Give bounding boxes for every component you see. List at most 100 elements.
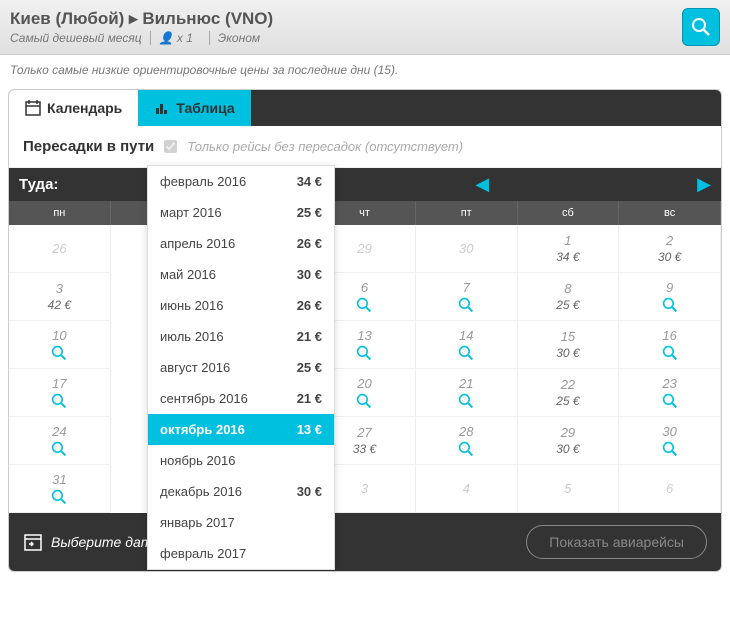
day-price: 25 € (556, 394, 579, 408)
header-bar: Киев (Любой) ▸ Вильнюс (VNO) Самый дешев… (0, 0, 730, 55)
month-price: 34 € (297, 174, 322, 189)
day-number: 17 (52, 376, 66, 391)
direct-label: Пересадки в пути (23, 138, 154, 155)
passengers-label: 👤 x 1 (159, 31, 210, 45)
day-cell[interactable]: 22 25 € (518, 369, 620, 417)
day-cell[interactable]: 134 € (518, 225, 620, 273)
day-cell[interactable]: 28 (416, 417, 518, 465)
price-subtext: Только самые низкие ориентировочные цены… (0, 55, 730, 85)
month-name: январь 2017 (160, 515, 235, 530)
day-number: 5 (564, 481, 571, 496)
weekday-header: пт (416, 201, 518, 225)
month-name: март 2016 (160, 205, 222, 220)
day-number: 1 (564, 233, 571, 248)
month-option[interactable]: апрель 201626 € (148, 228, 334, 259)
day-cell[interactable]: 4 (416, 465, 518, 513)
tab-calendar-label: Календарь (47, 100, 122, 116)
tab-calendar[interactable]: Календарь (9, 90, 138, 126)
day-cell[interactable]: 24 (9, 417, 111, 465)
next-month-arrow[interactable]: ▶ (697, 174, 711, 195)
route-meta: Самый дешевый месяц 👤 x 1 Эконом (10, 31, 273, 45)
day-price: 30 € (556, 346, 579, 360)
tab-table-label: Таблица (176, 100, 234, 116)
month-option[interactable]: август 201625 € (148, 352, 334, 383)
search-icon (458, 393, 474, 409)
search-icon (662, 441, 678, 457)
month-name: ноябрь 2016 (160, 453, 235, 468)
month-option[interactable]: июль 201621 € (148, 321, 334, 352)
day-number: 27 (357, 425, 371, 440)
day-cell[interactable]: 7 (416, 273, 518, 321)
month-name: декабрь 2016 (160, 484, 242, 499)
day-number: 21 (459, 376, 473, 391)
day-cell[interactable]: 6 (619, 465, 721, 513)
month-option[interactable]: ноябрь 2016 (148, 445, 334, 476)
day-cell[interactable]: 21 (416, 369, 518, 417)
month-option[interactable]: декабрь 201630 € (148, 476, 334, 507)
day-number: 24 (52, 424, 66, 439)
month-price: 30 € (297, 267, 322, 282)
day-number: 22 (561, 377, 575, 392)
day-cell[interactable]: 16 (619, 321, 721, 369)
month-option[interactable]: октябрь 201613 € (148, 414, 334, 445)
month-name: апрель 2016 (160, 236, 235, 251)
search-icon (662, 297, 678, 313)
month-option[interactable]: февраль 2016 34 € (148, 166, 334, 197)
month-option[interactable]: сентябрь 201621 € (148, 383, 334, 414)
day-cell[interactable]: 17 (9, 369, 111, 417)
day-price: 30 € (658, 250, 681, 264)
tabs: Календарь Таблица (9, 90, 721, 126)
day-number: 14 (459, 328, 473, 343)
day-cell[interactable]: 2 30 € (619, 225, 721, 273)
select-date-hint: Выберите дату (23, 532, 159, 552)
day-number: 4 (463, 481, 470, 496)
search-button[interactable] (682, 8, 720, 46)
prev-month-arrow[interactable]: ◀ (475, 174, 489, 195)
day-number: 6 (361, 280, 368, 295)
day-number: 6 (666, 481, 673, 496)
month-bar: Туда: ◀ ▶ (9, 168, 721, 201)
day-cell[interactable]: 26 (9, 225, 111, 273)
search-icon (458, 345, 474, 361)
day-number: 10 (52, 328, 66, 343)
month-option[interactable]: май 2016 30 € (148, 259, 334, 290)
day-cell[interactable]: 10 (9, 321, 111, 369)
month-name: октябрь 2016 (160, 422, 245, 437)
month-option[interactable]: январь 2017 (148, 507, 334, 538)
tab-table[interactable]: Таблица (138, 90, 250, 126)
day-cell[interactable]: 9 (619, 273, 721, 321)
day-cell[interactable]: 825 € (518, 273, 620, 321)
day-number: 13 (357, 328, 371, 343)
route-title: Киев (Любой) ▸ Вильнюс (VNO) (10, 9, 273, 29)
month-option[interactable]: март 201625 € (148, 197, 334, 228)
footer-bar: Выберите дату Показать авиарейсы (9, 513, 721, 571)
search-icon (51, 345, 67, 361)
day-cell[interactable]: 1530 € (518, 321, 620, 369)
day-cell[interactable]: 14 (416, 321, 518, 369)
month-option[interactable]: февраль 2017 (148, 538, 334, 569)
weekday-header: вс (619, 201, 721, 225)
day-cell[interactable]: 5 (518, 465, 620, 513)
weekday-header: сб (518, 201, 620, 225)
month-name: май 2016 (160, 267, 216, 282)
day-number: 3 (361, 481, 368, 496)
month-name: июнь 2016 (160, 298, 224, 313)
day-number: 2 (666, 233, 673, 248)
search-icon (356, 297, 372, 313)
day-price: 30 € (556, 442, 579, 456)
day-number: 9 (666, 280, 673, 295)
month-option[interactable]: июнь 201626 € (148, 290, 334, 321)
day-price: 25 € (556, 298, 579, 312)
day-cell[interactable]: 31 (9, 465, 111, 513)
search-icon (662, 393, 678, 409)
day-cell[interactable]: 30 (619, 417, 721, 465)
month-dropdown[interactable]: февраль 201634 €март 201625 €апрель 2016… (147, 165, 335, 570)
day-cell[interactable]: 23 (619, 369, 721, 417)
main-panel: Календарь Таблица Пересадки в пути Тольк… (8, 89, 722, 572)
show-flights-button[interactable]: Показать авиарейсы (526, 525, 707, 559)
day-cell[interactable]: 30 (416, 225, 518, 273)
day-cell[interactable]: 2930 € (518, 417, 620, 465)
day-cell[interactable]: 342 € (9, 273, 111, 321)
month-price: 21 € (297, 391, 322, 406)
month-name: февраль 2016 (160, 174, 246, 189)
